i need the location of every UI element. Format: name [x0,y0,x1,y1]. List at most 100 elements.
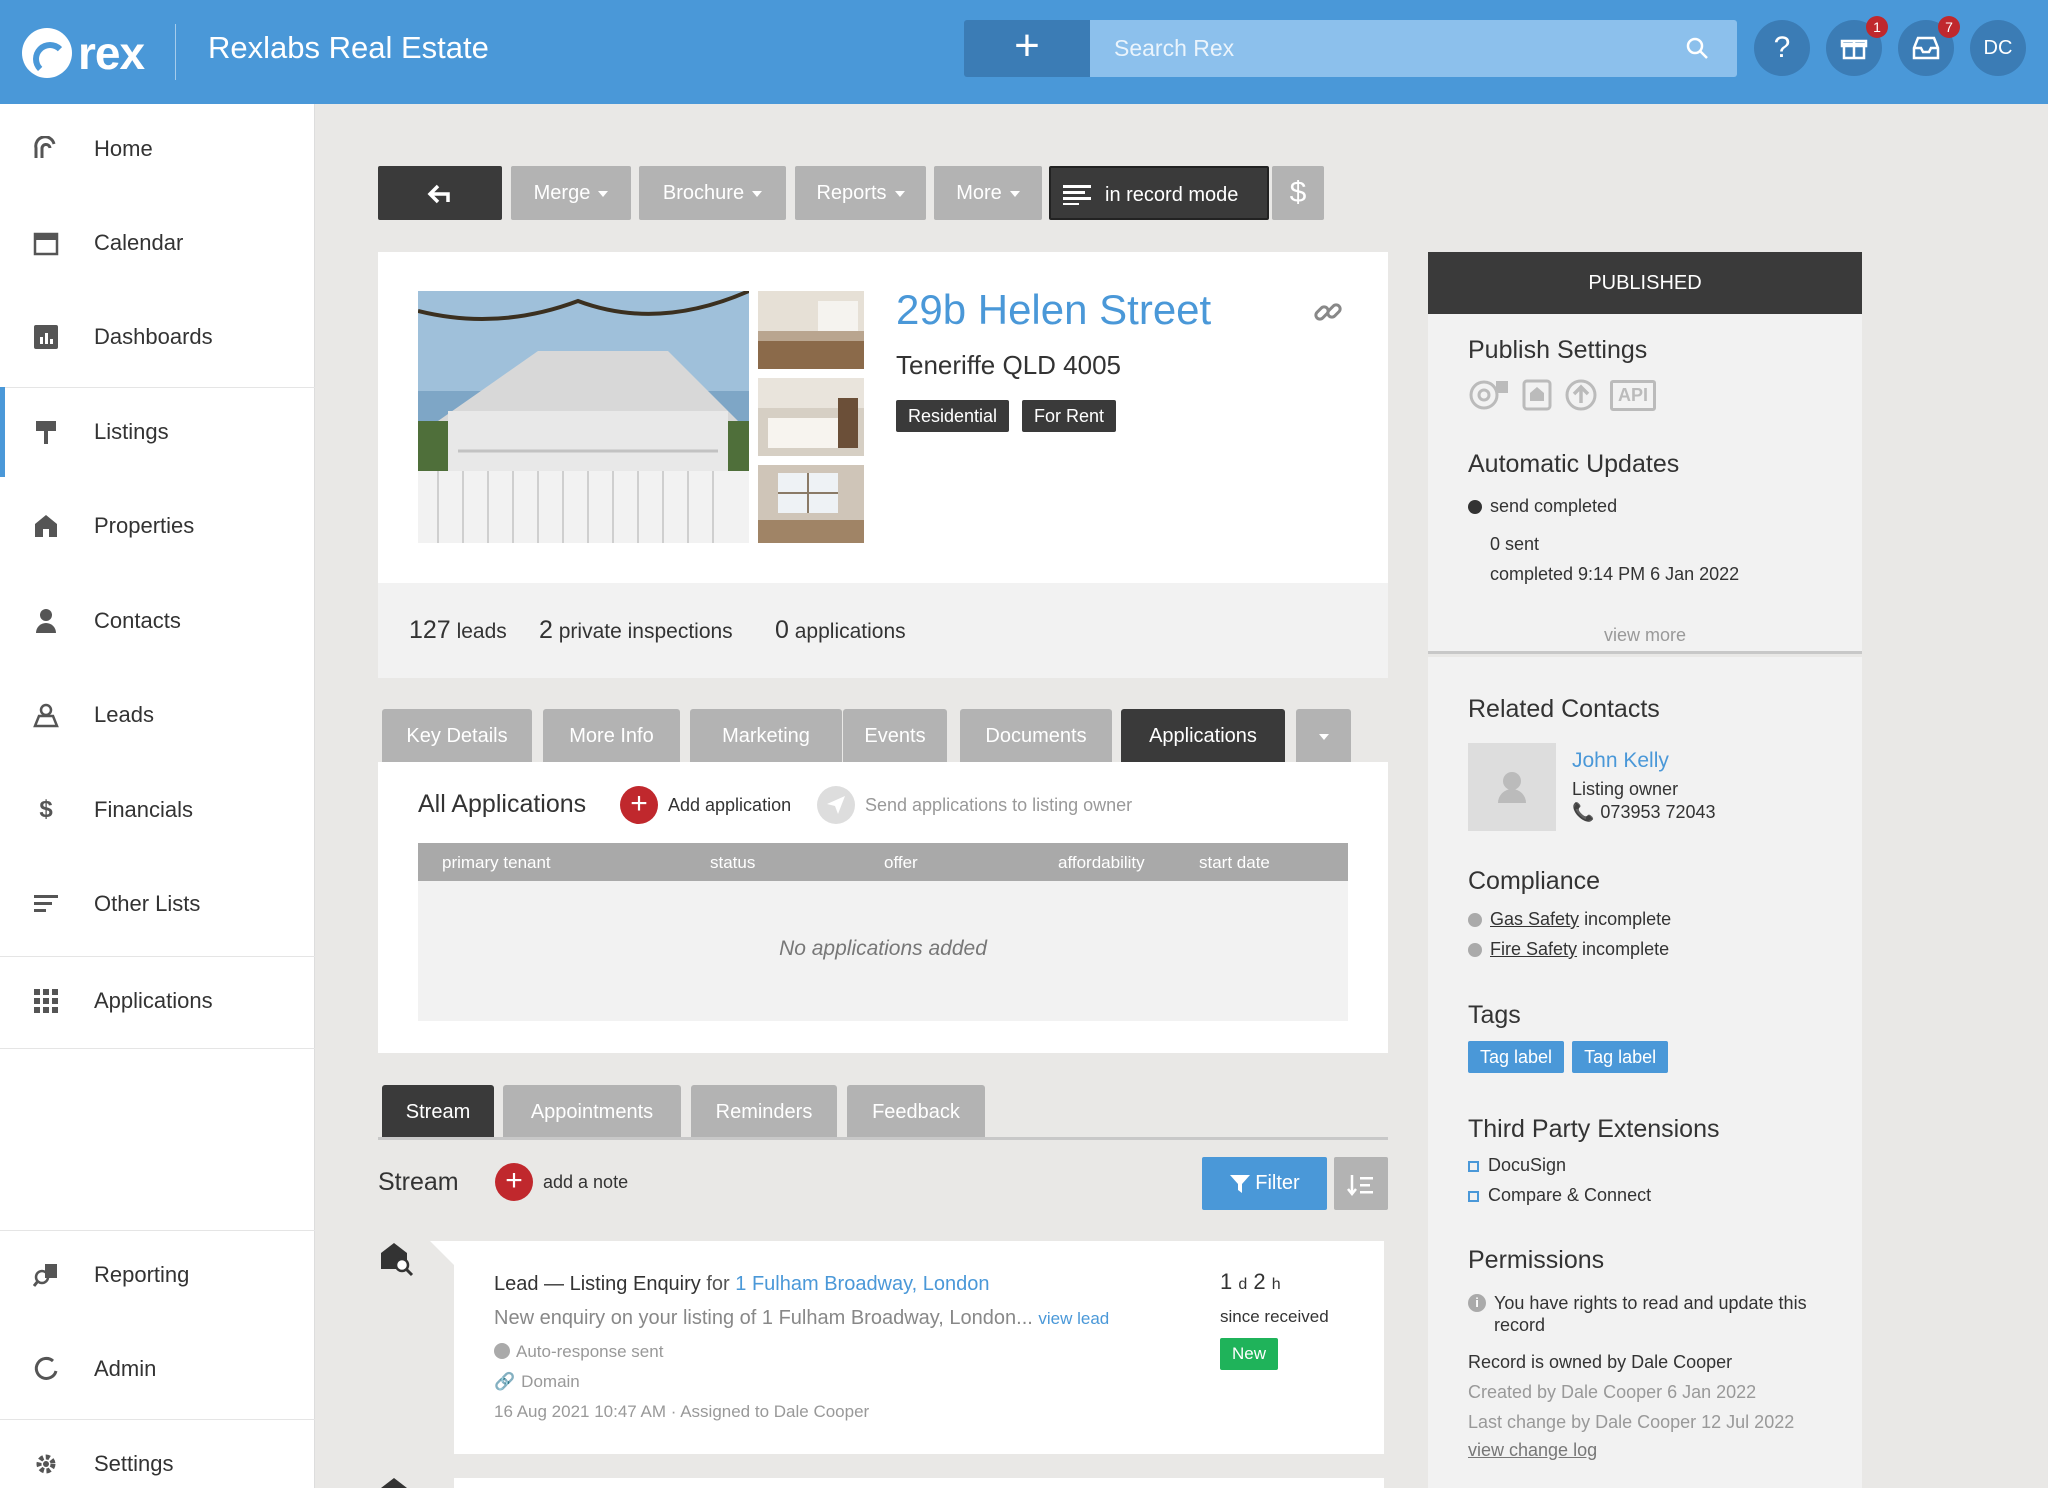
add-application-button[interactable]: + Add application [620,786,791,824]
send-applications-label: Send applications to listing owner [865,794,1133,815]
sidebar: Home Calendar Dashboards Listings Proper… [0,104,315,1488]
sidebar-item-listings[interactable]: Listings [0,387,315,477]
stat-leads[interactable]: 127 leads [409,616,507,645]
agency-name: Rexlabs Real Estate [208,30,489,65]
search-input[interactable] [1090,20,1737,77]
brochure-label: Brochure [662,182,745,204]
merge-button[interactable]: Merge [511,166,631,220]
email-channel-icon[interactable] [1468,379,1510,411]
stream-entry[interactable]: Lead — Listing Enquiry for 1 Fulham Broa… [430,1241,1384,1454]
financials-button[interactable]: $ [1272,166,1324,220]
sort-button[interactable] [1334,1157,1388,1210]
listing-thumbnail[interactable] [758,291,864,369]
listing-photo[interactable] [418,291,749,543]
link-icon[interactable] [1312,296,1344,328]
sidebar-item-applications[interactable]: Applications [0,956,315,1046]
compliance-item[interactable]: Gas Safety incomplete [1468,909,1671,930]
listing-thumbnail[interactable] [758,378,864,456]
more-button[interactable]: More [934,166,1042,220]
tag-label[interactable]: Tag label [1468,1041,1565,1073]
sidebar-item-calendar[interactable]: Calendar [0,198,315,288]
sort-icon [1347,1175,1373,1197]
stat-inspections[interactable]: 2 private inspections [539,616,733,645]
column-header[interactable]: status [710,853,755,873]
sidebar-item-admin[interactable]: Admin [0,1324,315,1414]
tab-more-info[interactable]: More Info [543,709,680,763]
chevron-down-icon [752,190,763,197]
stat-applications[interactable]: 0 applications [775,616,906,645]
contact-avatar[interactable] [1468,743,1556,831]
reports-button[interactable]: Reports [795,166,926,220]
view-change-log-link[interactable]: view change log [1468,1440,1597,1461]
column-header[interactable]: start date [1199,853,1270,873]
gifts-badge: 1 [1866,16,1888,38]
tab-stream[interactable]: Stream [382,1085,494,1139]
sidebar-item-leads[interactable]: Leads [0,670,315,760]
send-applications-button[interactable]: Send applications to listing owner [817,786,1132,824]
listing-title[interactable]: 29b Helen Street [896,286,1211,334]
tab-appointments[interactable]: Appointments [503,1085,681,1139]
entry-heading: Lead — Listing Enquiry for 1 Fulham Broa… [494,1273,990,1296]
auto-response-label: Auto-response sent [516,1342,664,1361]
tab-key-details[interactable]: Key Details [382,709,532,763]
tab-applications[interactable]: Applications [1121,709,1285,763]
extension-label: Compare & Connect [1488,1185,1652,1205]
published-header[interactable]: PUBLISHED [1428,252,1862,314]
extension-item[interactable]: Compare & Connect [1468,1185,1651,1206]
compliance-title: Compliance [1468,867,1601,895]
sidebar-item-label: Home [94,136,153,161]
tab-events[interactable]: Events [843,709,947,763]
sidebar-item-financials[interactable]: $ Financials [0,765,315,855]
tab-marketing[interactable]: Marketing [690,709,842,763]
add-note-button[interactable]: + add a note [495,1163,628,1201]
tab-documents[interactable]: Documents [960,709,1112,763]
user-avatar[interactable]: DC [1970,20,2026,76]
tab-feedback[interactable]: Feedback [847,1085,985,1139]
compliance-item[interactable]: Fire Safety incomplete [1468,939,1669,960]
calendar-icon [32,229,60,257]
column-header[interactable]: offer [884,853,918,873]
contact-phone: 073953 72043 [1600,802,1716,822]
portal-channel-icon[interactable] [1522,379,1552,411]
stream-entry[interactable] [454,1478,1384,1488]
filter-button[interactable]: Filter [1202,1157,1327,1210]
upload-channel-icon[interactable] [1564,378,1598,412]
view-more-link[interactable]: view more [1428,625,1862,646]
add-application-label: Add application [668,794,792,815]
sidebar-item-other-lists[interactable]: Other Lists [0,859,315,949]
house-icon [32,512,60,540]
sidebar-item-contacts[interactable]: Contacts [0,576,315,666]
extension-item[interactable]: DocuSign [1468,1155,1566,1176]
brochure-button[interactable]: Brochure [639,166,786,220]
sidebar-item-home[interactable]: Home [0,104,315,194]
sidebar-item-label: Calendar [94,230,184,255]
listing-thumbnail[interactable] [758,465,864,543]
gifts-button[interactable]: 1 [1826,16,1888,76]
stat-number: 0 [775,616,789,644]
link-icon: 🔗 [494,1372,516,1391]
contact-name[interactable]: John Kelly [1572,749,1669,773]
help-button[interactable]: ? [1754,20,1810,76]
sidebar-item-dashboards[interactable]: Dashboards [0,292,315,382]
add-button[interactable]: + [964,20,1090,77]
tabs-more-dropdown[interactable] [1296,709,1351,763]
search-icon[interactable] [1685,36,1709,60]
entry-link[interactable]: 1 Fulham Broadway, London [735,1273,989,1295]
tab-reminders[interactable]: Reminders [691,1085,837,1139]
sidebar-item-reporting[interactable]: Reporting [0,1230,315,1320]
rex-logo[interactable]: rex [22,26,145,80]
plus-icon: + [620,786,658,824]
column-header[interactable]: primary tenant [442,853,551,873]
back-button[interactable] [378,166,502,220]
view-lead-link[interactable]: view lead [1038,1309,1109,1328]
api-channel-icon[interactable]: API [1610,379,1657,411]
inbox-button[interactable]: 7 [1898,16,1960,76]
sidebar-item-settings[interactable]: Settings [0,1419,315,1488]
contact-phone-row[interactable]: 📞 073953 72043 [1572,802,1716,823]
tag-label[interactable]: Tag label [1572,1041,1669,1073]
reporting-icon [32,1261,60,1289]
sidebar-item-properties[interactable]: Properties [0,481,315,571]
column-header[interactable]: affordability [1058,853,1145,873]
lines-icon [1063,185,1091,205]
record-mode-button[interactable]: in record mode [1049,166,1269,220]
